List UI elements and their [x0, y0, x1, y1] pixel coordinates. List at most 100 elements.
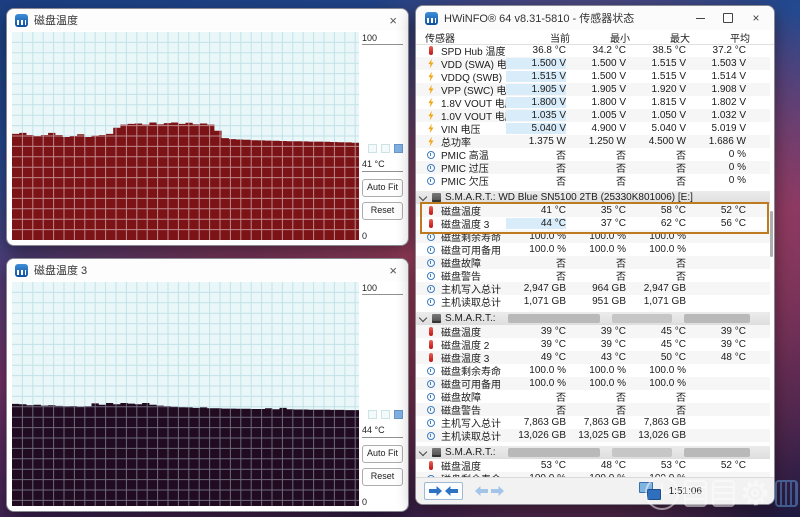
- current-value: 49 °C: [506, 352, 566, 363]
- graph-zoom-in-button[interactable]: [381, 410, 390, 419]
- y-axis-min-label: 0: [362, 231, 403, 241]
- sensor-row[interactable]: PMIC 欠压否否否0 %: [416, 174, 770, 187]
- avg-value: 52 °C: [686, 205, 746, 216]
- current-value: 1.905 V: [506, 84, 566, 95]
- graph-titlebar[interactable]: 磁盘温度 ×: [7, 9, 408, 31]
- avg-value: 0 %: [686, 162, 746, 173]
- current-value: 53 °C: [506, 460, 566, 471]
- avg-value: 0 %: [686, 149, 746, 160]
- current-value: 1.035 V: [506, 110, 566, 121]
- current-value: 100.0 %: [506, 378, 566, 389]
- window-titlebar[interactable]: HWiNFO® 64 v8.31-5810 - 传感器状态 ×: [416, 6, 774, 30]
- thermometer-icon: [429, 206, 433, 215]
- column-max: 最大: [630, 30, 690, 45]
- current-value: 5.040 V: [506, 123, 566, 134]
- current-value: 39 °C: [506, 326, 566, 337]
- min-value: 100.0 %: [566, 244, 626, 255]
- min-value: 39 °C: [566, 326, 626, 337]
- close-icon[interactable]: ×: [386, 264, 400, 277]
- current-value: 100.0 %: [506, 231, 566, 242]
- clock-icon: [427, 298, 435, 306]
- clock-icon: [427, 432, 435, 440]
- graph-zoom-in-button[interactable]: [381, 144, 390, 153]
- max-value: 2,947 GB: [626, 283, 686, 294]
- avg-value: 1.686 W: [686, 136, 746, 147]
- y-axis-max-label: 100: [362, 33, 403, 45]
- chevron-down-icon: [419, 447, 427, 455]
- graph-window-disk-temp-3: 磁盘温度 3 × 100 44 °C Auto Fit Reset 0: [6, 258, 409, 512]
- max-value: 4.500 W: [626, 136, 686, 147]
- graph-zoom-out-button[interactable]: [368, 144, 377, 153]
- reset-button[interactable]: Reset: [362, 468, 403, 486]
- clock-icon: [427, 285, 435, 293]
- graph-color-button[interactable]: [394, 144, 403, 153]
- avg-value: 52 °C: [686, 460, 746, 471]
- close-button[interactable]: ×: [742, 7, 770, 29]
- current-value: 1.800 V: [506, 97, 566, 108]
- max-value: 1.815 V: [626, 97, 686, 108]
- temp-graph-plot[interactable]: [12, 32, 359, 240]
- disk-icon: [432, 193, 441, 202]
- clock-icon: [427, 259, 435, 267]
- nav-arrows-secondary[interactable]: [471, 483, 508, 499]
- max-value: 53 °C: [626, 460, 686, 471]
- auto-fit-button[interactable]: Auto Fit: [362, 445, 403, 463]
- sensor-row[interactable]: 主机读取总计13,026 GB13,025 GB13,026 GB: [416, 429, 770, 442]
- maximize-button[interactable]: [714, 7, 742, 29]
- graph-color-button[interactable]: [394, 410, 403, 419]
- thermometer-icon: [429, 461, 433, 470]
- disk-icon: [432, 314, 441, 323]
- sensor-label: 主机读取总计: [441, 294, 501, 309]
- minimize-button[interactable]: [686, 7, 714, 29]
- column-min: 最小: [570, 30, 630, 45]
- graph-titlebar[interactable]: 磁盘温度 3 ×: [7, 259, 408, 281]
- lightning-icon: [427, 137, 435, 147]
- current-value: 否: [506, 268, 566, 283]
- avg-value: 5.019 V: [686, 123, 746, 134]
- avg-value: 39 °C: [686, 326, 746, 337]
- sensor-list: SPD Hub 温度36.8 °C34.2 °C38.5 °C37.2 °CVD…: [416, 44, 770, 478]
- min-value: 951 GB: [566, 296, 626, 307]
- graph-window-title: 磁盘温度 3: [34, 262, 87, 278]
- nav-arrows-button[interactable]: [424, 482, 463, 500]
- max-value: 62 °C: [626, 218, 686, 229]
- current-value: 41 °C: [506, 205, 566, 216]
- min-value: 1.905 V: [566, 84, 626, 95]
- min-value: 100.0 %: [566, 231, 626, 242]
- arrow-right-icon: [445, 486, 458, 496]
- reset-button[interactable]: Reset: [362, 202, 403, 220]
- clock-icon: [427, 272, 435, 280]
- min-value: 1.250 W: [566, 136, 626, 147]
- clock-icon: [427, 393, 435, 401]
- avg-value: 56 °C: [686, 218, 746, 229]
- auto-fit-button[interactable]: Auto Fit: [362, 179, 403, 197]
- scrollbar-thumb[interactable]: [770, 211, 773, 257]
- window-title: HWiNFO® 64 v8.31-5810 - 传感器状态: [444, 10, 634, 26]
- y-axis-max-label: 100: [362, 283, 403, 295]
- min-value: 否: [566, 173, 626, 188]
- clock-icon: [427, 177, 435, 185]
- current-value: 7,863 GB: [506, 417, 566, 428]
- temp-graph-plot[interactable]: [12, 282, 359, 506]
- sensor-row[interactable]: 主机读取总计1,071 GB951 GB1,071 GB: [416, 295, 770, 308]
- max-value: 1.515 V: [626, 71, 686, 82]
- column-current: 当前: [510, 30, 570, 45]
- min-value: 1.500 V: [566, 71, 626, 82]
- watermark-logo-icon: [775, 480, 798, 507]
- graph-zoom-out-button[interactable]: [368, 410, 377, 419]
- min-value: 37 °C: [566, 218, 626, 229]
- min-value: 7,863 GB: [566, 417, 626, 428]
- close-icon[interactable]: ×: [386, 14, 400, 27]
- max-value: 100.0 %: [626, 231, 686, 242]
- redacted-block: [684, 448, 750, 457]
- lightning-icon: [427, 98, 435, 108]
- clock-icon: [427, 233, 435, 241]
- graph-window-disk-temp: 磁盘温度 × 100 41 °C Auto Fit Reset 0: [6, 8, 409, 246]
- remote-monitoring-icon[interactable]: [639, 481, 661, 501]
- min-value: 48 °C: [566, 460, 626, 471]
- arrow-left-icon: [429, 486, 442, 496]
- avg-value: 39 °C: [686, 339, 746, 350]
- chevron-down-icon: [419, 192, 427, 200]
- thermometer-icon: [429, 340, 433, 349]
- max-value: 58 °C: [626, 205, 686, 216]
